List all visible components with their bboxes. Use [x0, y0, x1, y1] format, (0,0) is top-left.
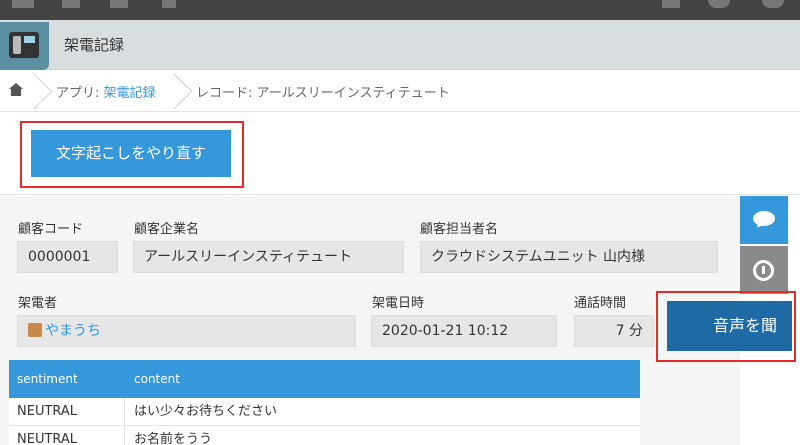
- call-datetime-label: 架電日時: [372, 296, 425, 311]
- contact-name-value: クラウドシステムユニット 山内様: [420, 241, 718, 273]
- sentiment-cell: NEUTRAL: [9, 426, 125, 445]
- breadcrumb-record: レコード: アールスリーインスティテュート: [196, 86, 450, 101]
- call-datetime-value: 2020-01-21 10:12: [371, 315, 557, 347]
- caller-label: 架電者: [18, 296, 58, 311]
- contact-name-label: 顧客担当者名: [420, 222, 499, 237]
- retranscribe-button[interactable]: 文字起こしをやり直す: [31, 130, 231, 177]
- gear-icon[interactable]: [662, 0, 680, 8]
- column-header-sentiment: sentiment: [17, 372, 78, 386]
- table-row: NEUTRAL はい少々お待ちください: [9, 398, 640, 426]
- sentiment-cell: NEUTRAL: [9, 398, 125, 426]
- call-duration-label: 通話時間: [574, 296, 627, 311]
- call-duration-value: 7 分: [574, 315, 654, 347]
- customer-code-value: 0000001: [17, 241, 118, 273]
- history-icon: [753, 260, 774, 281]
- breadcrumb-app-link[interactable]: 架電記録: [104, 86, 156, 101]
- column-header-content: content: [134, 372, 180, 386]
- app-title: 架電記録: [64, 36, 125, 54]
- table-header: sentiment content: [9, 360, 640, 398]
- app-header: 架電記録: [0, 20, 800, 70]
- breadcrumb-separator-icon: [174, 72, 188, 110]
- transcript-table: sentiment content NEUTRAL はい少々お待ちください NE…: [9, 360, 640, 445]
- content-cell: お名前をうう: [134, 432, 213, 445]
- menu-icon[interactable]: [12, 0, 34, 8]
- comments-button[interactable]: [740, 196, 788, 244]
- company-name-value: アールスリーインスティテュート: [133, 241, 404, 273]
- history-button[interactable]: [740, 246, 788, 294]
- phone-app-icon: [0, 22, 49, 70]
- breadcrumb-separator-icon: [34, 72, 48, 110]
- content-cell: はい少々お待ちください: [134, 404, 278, 419]
- help-icon[interactable]: [708, 0, 730, 8]
- customer-code-label: 顧客コード: [18, 222, 84, 237]
- home-icon[interactable]: [62, 0, 80, 8]
- caller-user-link[interactable]: やまうち: [45, 323, 101, 339]
- caller-value: やまうち: [17, 315, 356, 347]
- global-top-bar: [0, 0, 800, 20]
- play-audio-button[interactable]: 音声を聞: [667, 301, 792, 351]
- user-avatar: [28, 323, 42, 337]
- breadcrumb-app: アプリ: 架電記録: [56, 82, 156, 101]
- company-name-label: 顧客企業名: [134, 222, 200, 237]
- star-icon[interactable]: [162, 0, 176, 8]
- table-row: NEUTRAL お名前をうう: [9, 426, 640, 445]
- breadcrumb: アプリ: 架電記録 レコード: アールスリーインスティテュート: [0, 70, 800, 112]
- bell-icon[interactable]: [110, 0, 128, 8]
- user-menu-icon[interactable]: [762, 0, 784, 8]
- breadcrumb-app-prefix: アプリ:: [56, 86, 104, 101]
- comment-icon: [753, 211, 775, 226]
